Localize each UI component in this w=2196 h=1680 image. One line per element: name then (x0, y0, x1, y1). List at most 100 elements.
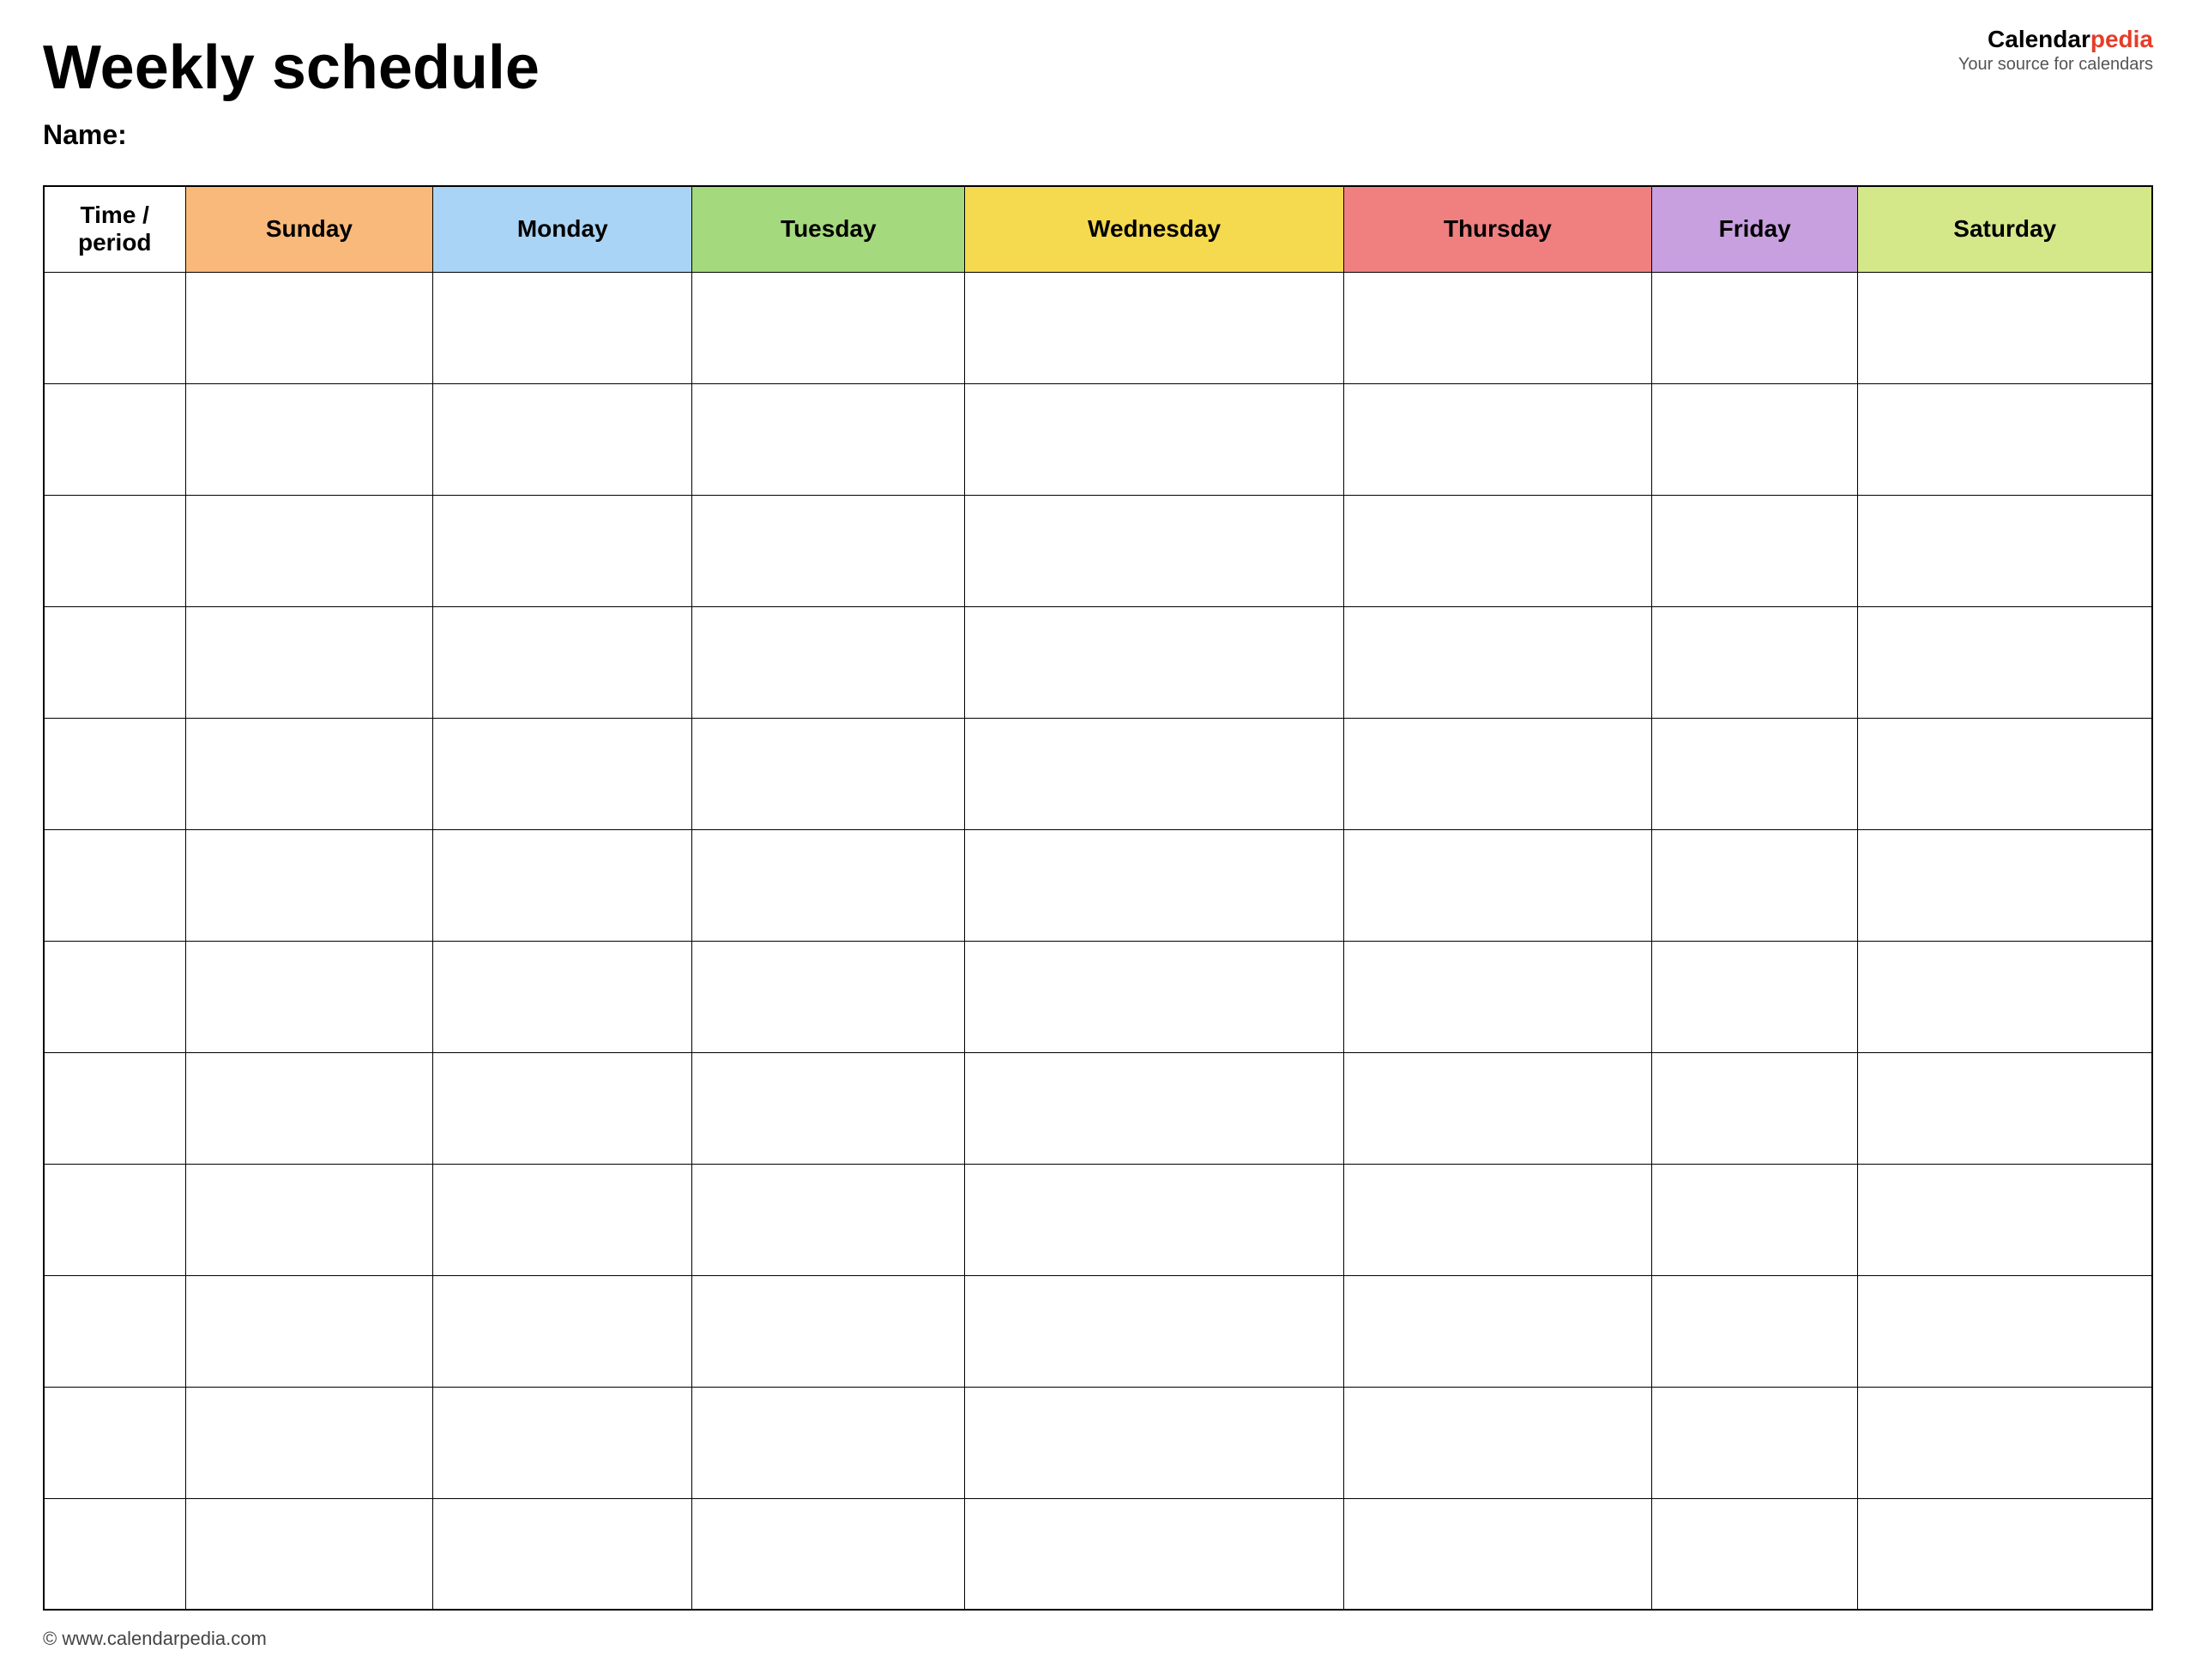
cell-row1-col2[interactable] (433, 383, 692, 495)
cell-row3-col2[interactable] (433, 606, 692, 718)
cell-row9-col2[interactable] (433, 1275, 692, 1387)
cell-row7-col0[interactable] (44, 1052, 185, 1164)
cell-row7-col2[interactable] (433, 1052, 692, 1164)
cell-row2-col3[interactable] (692, 495, 965, 606)
cell-row3-col6[interactable] (1651, 606, 1857, 718)
cell-row7-col7[interactable] (1858, 1052, 2152, 1164)
cell-row0-col0[interactable] (44, 272, 185, 383)
cell-row0-col1[interactable] (185, 272, 433, 383)
cell-row10-col3[interactable] (692, 1387, 965, 1498)
header-thursday: Thursday (1343, 186, 1651, 272)
cell-row10-col4[interactable] (965, 1387, 1343, 1498)
cell-row9-col3[interactable] (692, 1275, 965, 1387)
cell-row5-col5[interactable] (1343, 829, 1651, 941)
cell-row6-col0[interactable] (44, 941, 185, 1052)
cell-row1-col3[interactable] (692, 383, 965, 495)
cell-row2-col1[interactable] (185, 495, 433, 606)
cell-row3-col5[interactable] (1343, 606, 1651, 718)
cell-row8-col0[interactable] (44, 1164, 185, 1275)
cell-row4-col4[interactable] (965, 718, 1343, 829)
cell-row4-col2[interactable] (433, 718, 692, 829)
cell-row2-col7[interactable] (1858, 495, 2152, 606)
cell-row0-col2[interactable] (433, 272, 692, 383)
cell-row3-col3[interactable] (692, 606, 965, 718)
cell-row6-col6[interactable] (1651, 941, 1857, 1052)
cell-row4-col5[interactable] (1343, 718, 1651, 829)
cell-row2-col4[interactable] (965, 495, 1343, 606)
cell-row5-col1[interactable] (185, 829, 433, 941)
cell-row1-col5[interactable] (1343, 383, 1651, 495)
cell-row9-col4[interactable] (965, 1275, 1343, 1387)
cell-row2-col5[interactable] (1343, 495, 1651, 606)
cell-row1-col4[interactable] (965, 383, 1343, 495)
cell-row4-col7[interactable] (1858, 718, 2152, 829)
cell-row6-col2[interactable] (433, 941, 692, 1052)
table-row (44, 829, 2152, 941)
cell-row8-col3[interactable] (692, 1164, 965, 1275)
cell-row0-col3[interactable] (692, 272, 965, 383)
cell-row5-col4[interactable] (965, 829, 1343, 941)
cell-row5-col2[interactable] (433, 829, 692, 941)
cell-row11-col5[interactable] (1343, 1498, 1651, 1610)
cell-row8-col4[interactable] (965, 1164, 1343, 1275)
cell-row1-col0[interactable] (44, 383, 185, 495)
cell-row6-col1[interactable] (185, 941, 433, 1052)
cell-row11-col4[interactable] (965, 1498, 1343, 1610)
cell-row6-col3[interactable] (692, 941, 965, 1052)
cell-row2-col6[interactable] (1651, 495, 1857, 606)
cell-row8-col6[interactable] (1651, 1164, 1857, 1275)
cell-row1-col1[interactable] (185, 383, 433, 495)
cell-row0-col4[interactable] (965, 272, 1343, 383)
cell-row4-col3[interactable] (692, 718, 965, 829)
cell-row7-col3[interactable] (692, 1052, 965, 1164)
cell-row10-col5[interactable] (1343, 1387, 1651, 1498)
cell-row8-col1[interactable] (185, 1164, 433, 1275)
cell-row6-col4[interactable] (965, 941, 1343, 1052)
cell-row2-col0[interactable] (44, 495, 185, 606)
cell-row8-col2[interactable] (433, 1164, 692, 1275)
cell-row9-col6[interactable] (1651, 1275, 1857, 1387)
cell-row3-col7[interactable] (1858, 606, 2152, 718)
cell-row4-col0[interactable] (44, 718, 185, 829)
cell-row11-col1[interactable] (185, 1498, 433, 1610)
cell-row10-col2[interactable] (433, 1387, 692, 1498)
cell-row7-col5[interactable] (1343, 1052, 1651, 1164)
cell-row7-col4[interactable] (965, 1052, 1343, 1164)
table-header-row: Time / period Sunday Monday Tuesday Wedn… (44, 186, 2152, 272)
cell-row0-col5[interactable] (1343, 272, 1651, 383)
cell-row11-col0[interactable] (44, 1498, 185, 1610)
cell-row9-col0[interactable] (44, 1275, 185, 1387)
cell-row5-col3[interactable] (692, 829, 965, 941)
cell-row5-col6[interactable] (1651, 829, 1857, 941)
header-saturday: Saturday (1858, 186, 2152, 272)
cell-row3-col4[interactable] (965, 606, 1343, 718)
cell-row9-col7[interactable] (1858, 1275, 2152, 1387)
cell-row3-col1[interactable] (185, 606, 433, 718)
cell-row10-col1[interactable] (185, 1387, 433, 1498)
cell-row9-col1[interactable] (185, 1275, 433, 1387)
cell-row6-col5[interactable] (1343, 941, 1651, 1052)
cell-row0-col6[interactable] (1651, 272, 1857, 383)
cell-row8-col7[interactable] (1858, 1164, 2152, 1275)
cell-row3-col0[interactable] (44, 606, 185, 718)
cell-row4-col6[interactable] (1651, 718, 1857, 829)
cell-row10-col6[interactable] (1651, 1387, 1857, 1498)
cell-row7-col1[interactable] (185, 1052, 433, 1164)
cell-row11-col7[interactable] (1858, 1498, 2152, 1610)
cell-row11-col2[interactable] (433, 1498, 692, 1610)
cell-row8-col5[interactable] (1343, 1164, 1651, 1275)
cell-row1-col7[interactable] (1858, 383, 2152, 495)
cell-row2-col2[interactable] (433, 495, 692, 606)
cell-row4-col1[interactable] (185, 718, 433, 829)
cell-row9-col5[interactable] (1343, 1275, 1651, 1387)
cell-row5-col7[interactable] (1858, 829, 2152, 941)
cell-row11-col6[interactable] (1651, 1498, 1857, 1610)
cell-row7-col6[interactable] (1651, 1052, 1857, 1164)
cell-row10-col0[interactable] (44, 1387, 185, 1498)
cell-row0-col7[interactable] (1858, 272, 2152, 383)
cell-row5-col0[interactable] (44, 829, 185, 941)
cell-row10-col7[interactable] (1858, 1387, 2152, 1498)
cell-row11-col3[interactable] (692, 1498, 965, 1610)
cell-row6-col7[interactable] (1858, 941, 2152, 1052)
cell-row1-col6[interactable] (1651, 383, 1857, 495)
